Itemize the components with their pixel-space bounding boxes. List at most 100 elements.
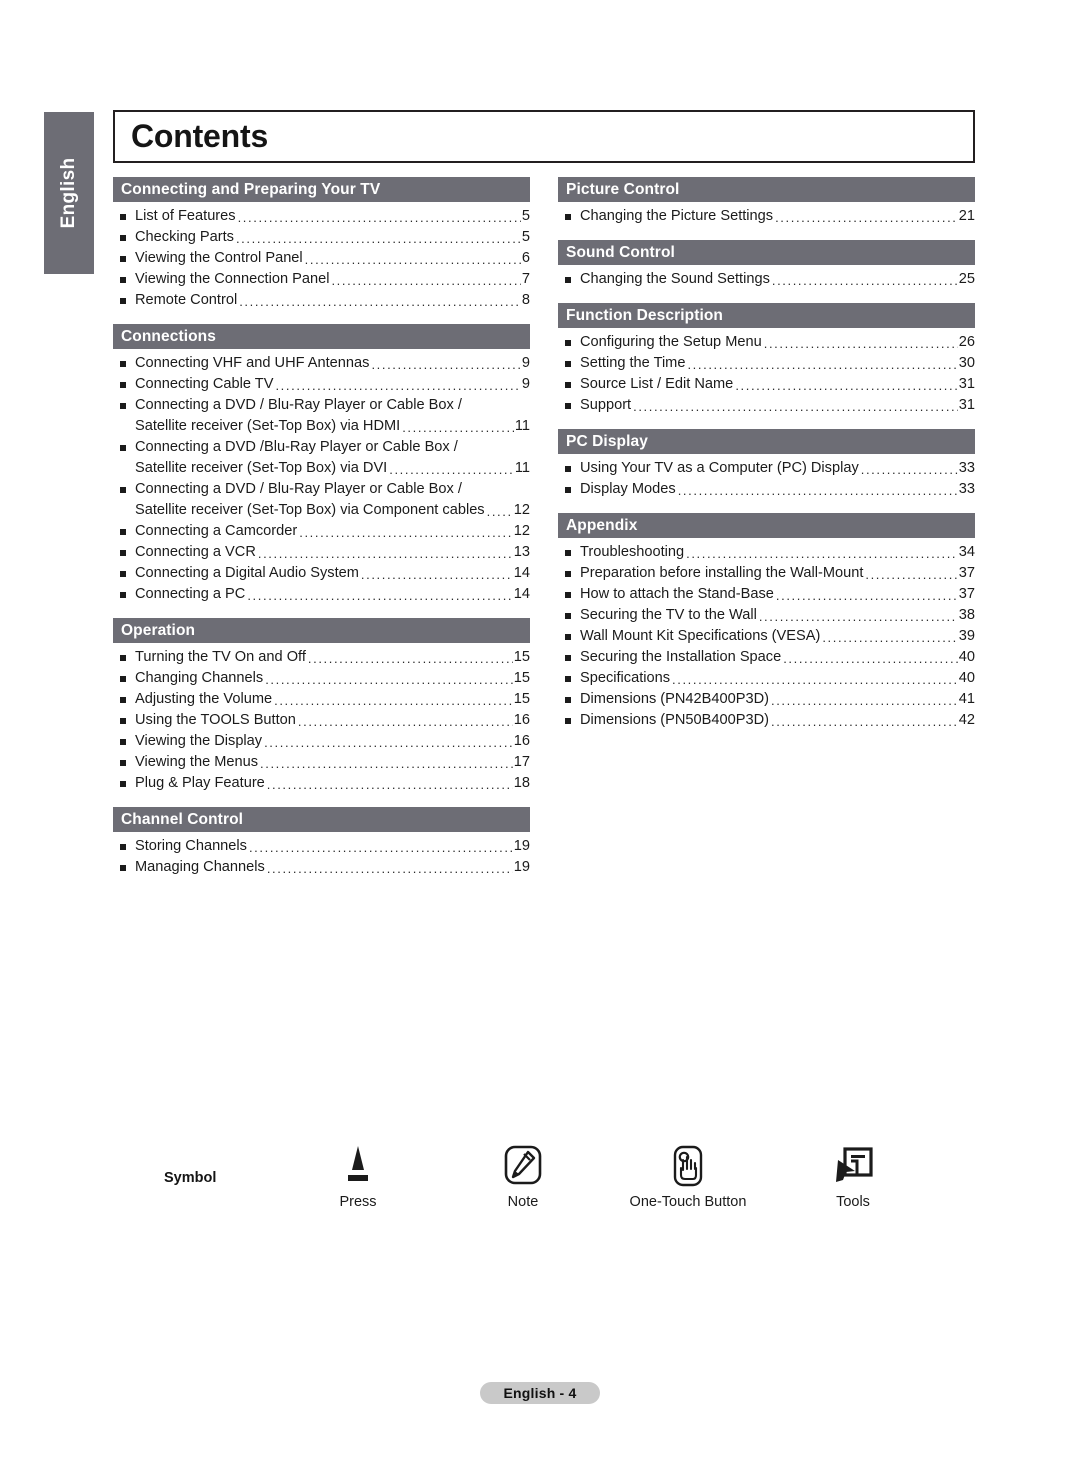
- toc-entry[interactable]: Dimensions (PN42B400P3D)................…: [558, 689, 975, 710]
- legend-caption-note: Note: [507, 1194, 539, 1210]
- toc-entry[interactable]: How to attach the Stand-Base............…: [558, 584, 975, 605]
- bullet-square-icon: [120, 235, 126, 241]
- toc-entry[interactable]: Viewing the Control Panel...............…: [113, 248, 530, 269]
- bullet-square-icon: [565, 676, 571, 682]
- toc-entry[interactable]: Connecting a PC.........................…: [113, 584, 530, 605]
- toc-entry-label: Connecting VHF and UHF Antennas: [135, 355, 370, 371]
- bullet-square-icon: [565, 382, 571, 388]
- section-heading: Operation: [113, 618, 530, 643]
- toc-entry[interactable]: Connecting VHF and UHF Antennas.........…: [113, 353, 530, 374]
- bullet-square-icon: [565, 466, 571, 472]
- toc-entry[interactable]: Specifications..........................…: [558, 668, 975, 689]
- toc-entry-row: Connecting a Camcorder..................…: [135, 521, 530, 542]
- toc-entry-label: Viewing the Display: [135, 733, 263, 749]
- toc-entry-label: Support: [580, 397, 632, 413]
- legend-caption-press: Press: [339, 1194, 377, 1210]
- section-heading: Picture Control: [558, 177, 975, 202]
- toc-entry[interactable]: Storing Channels........................…: [113, 836, 530, 857]
- bullet-square-icon: [120, 277, 126, 283]
- toc-entry[interactable]: Using the TOOLS Button..................…: [113, 710, 530, 731]
- toc-entry-row: Source List / Edit Name.................…: [580, 374, 975, 395]
- section-item-list: Using Your TV as a Computer (PC) Display…: [558, 458, 975, 500]
- toc-entry[interactable]: Wall Mount Kit Specifications (VESA)....…: [558, 626, 975, 647]
- toc-entry-page-number: 15: [513, 649, 530, 665]
- bullet-square-icon: [120, 760, 126, 766]
- toc-dot-leader: ........................................…: [237, 211, 521, 224]
- toc-entry[interactable]: Setting the Time........................…: [558, 353, 975, 374]
- toc-entry[interactable]: Securing the TV to the Wall.............…: [558, 605, 975, 626]
- toc-entry-label: Specifications: [580, 670, 671, 686]
- toc-entry[interactable]: Using Your TV as a Computer (PC) Display…: [558, 458, 975, 479]
- toc-entry-row: Plug & Play Feature.....................…: [135, 773, 530, 794]
- toc-dot-leader: ........................................…: [860, 463, 958, 476]
- bullet-square-icon: [120, 256, 126, 262]
- legend-item-one-touch-button: One-Touch Button: [613, 1140, 763, 1210]
- section-item-list: Troubleshooting.........................…: [558, 542, 975, 731]
- toc-entry[interactable]: Securing the Installation Space.........…: [558, 647, 975, 668]
- toc-entry-row: Satellite receiver (Set-Top Box) via DVI…: [135, 458, 530, 479]
- toc-entry-row: How to attach the Stand-Base............…: [580, 584, 975, 605]
- bullet-square-icon: [120, 697, 126, 703]
- toc-entry[interactable]: Connecting a Digital Audio System.......…: [113, 563, 530, 584]
- toc-dot-leader: ........................................…: [687, 358, 957, 371]
- toc-entry-label: Storing Channels: [135, 838, 247, 854]
- bullet-square-icon: [565, 613, 571, 619]
- toc-entry[interactable]: Changing the Picture Settings...........…: [558, 206, 975, 227]
- toc-entry-row: Connecting a PC.........................…: [135, 584, 530, 605]
- toc-entry-page-number: 26: [958, 334, 975, 350]
- toc-dot-leader: ........................................…: [248, 841, 513, 854]
- bullet-square-icon: [565, 592, 571, 598]
- toc-entry[interactable]: Connecting a Camcorder..................…: [113, 521, 530, 542]
- toc-entry[interactable]: Checking Parts..........................…: [113, 227, 530, 248]
- toc-entry-page-number: 37: [958, 565, 975, 581]
- contents-section: Connections Connecting VHF and UHF Antenn…: [113, 324, 530, 605]
- toc-entry-label: Using Your TV as a Computer (PC) Display: [580, 460, 859, 476]
- toc-entry-row: Support.................................…: [580, 395, 975, 416]
- toc-entry-row: Connecting a Digital Audio System.......…: [135, 563, 530, 584]
- bullet-square-icon: [120, 361, 126, 367]
- toc-entry[interactable]: Remote Control..........................…: [113, 290, 530, 311]
- contents-section: Appendix Troubleshooting.................…: [558, 513, 975, 731]
- toc-entry[interactable]: Managing Channels.......................…: [113, 857, 530, 878]
- toc-entry[interactable]: Preparation before installing the Wall-M…: [558, 563, 975, 584]
- toc-entry-label: Source List / Edit Name: [580, 376, 734, 392]
- toc-dot-leader: ........................................…: [274, 694, 513, 707]
- toc-entry[interactable]: Connecting a VCR........................…: [113, 542, 530, 563]
- toc-entry[interactable]: Changing the Sound Settings.............…: [558, 269, 975, 290]
- toc-entry-label: Checking Parts: [135, 229, 234, 245]
- toc-dot-leader: ........................................…: [266, 862, 513, 875]
- toc-entry[interactable]: Viewing the Connection Panel............…: [113, 269, 530, 290]
- toc-entry[interactable]: Troubleshooting.........................…: [558, 542, 975, 563]
- toc-entry[interactable]: Connecting a DVD / Blu-Ray Player or Cab…: [113, 479, 530, 521]
- toc-entry-row: Display Modes...........................…: [580, 479, 975, 500]
- section-heading: Channel Control: [113, 807, 530, 832]
- toc-entry[interactable]: Connecting a DVD /Blu-Ray Player or Cabl…: [113, 437, 530, 479]
- toc-entry-label: Dimensions (PN42B400P3D): [580, 691, 769, 707]
- toc-entry-page-number: 25: [958, 271, 975, 287]
- toc-entry-label: Configuring the Setup Menu: [580, 334, 762, 350]
- toc-entry[interactable]: Plug & Play Feature.....................…: [113, 773, 530, 794]
- toc-entry[interactable]: Viewing the Display.....................…: [113, 731, 530, 752]
- toc-entry[interactable]: Configuring the Setup Menu..............…: [558, 332, 975, 353]
- toc-entry[interactable]: Dimensions (PN50B400P3D)................…: [558, 710, 975, 731]
- toc-entry-page-number: 14: [513, 586, 530, 602]
- section-heading: PC Display: [558, 429, 975, 454]
- legend-item-tools: Tools: [778, 1140, 928, 1210]
- bullet-square-icon: [120, 781, 126, 787]
- toc-entry-page-number: 7: [521, 271, 530, 287]
- toc-entry[interactable]: Display Modes...........................…: [558, 479, 975, 500]
- toc-entry-page-number: 33: [958, 460, 975, 476]
- toc-entry[interactable]: Adjusting the Volume....................…: [113, 689, 530, 710]
- toc-entry[interactable]: List of Features........................…: [113, 206, 530, 227]
- toc-entry-label: Plug & Play Feature: [135, 775, 265, 791]
- toc-dot-leader: ........................................…: [486, 505, 513, 518]
- toc-entry[interactable]: Source List / Edit Name.................…: [558, 374, 975, 395]
- toc-entry[interactable]: Connecting a DVD / Blu-Ray Player or Cab…: [113, 395, 530, 437]
- toc-entry[interactable]: Support.................................…: [558, 395, 975, 416]
- bullet-square-icon: [120, 844, 126, 850]
- toc-entry[interactable]: Connecting Cable TV.....................…: [113, 374, 530, 395]
- toc-entry[interactable]: Viewing the Menus.......................…: [113, 752, 530, 773]
- section-heading: Function Description: [558, 303, 975, 328]
- toc-entry[interactable]: Turning the TV On and Off...............…: [113, 647, 530, 668]
- toc-entry[interactable]: Changing Channels.......................…: [113, 668, 530, 689]
